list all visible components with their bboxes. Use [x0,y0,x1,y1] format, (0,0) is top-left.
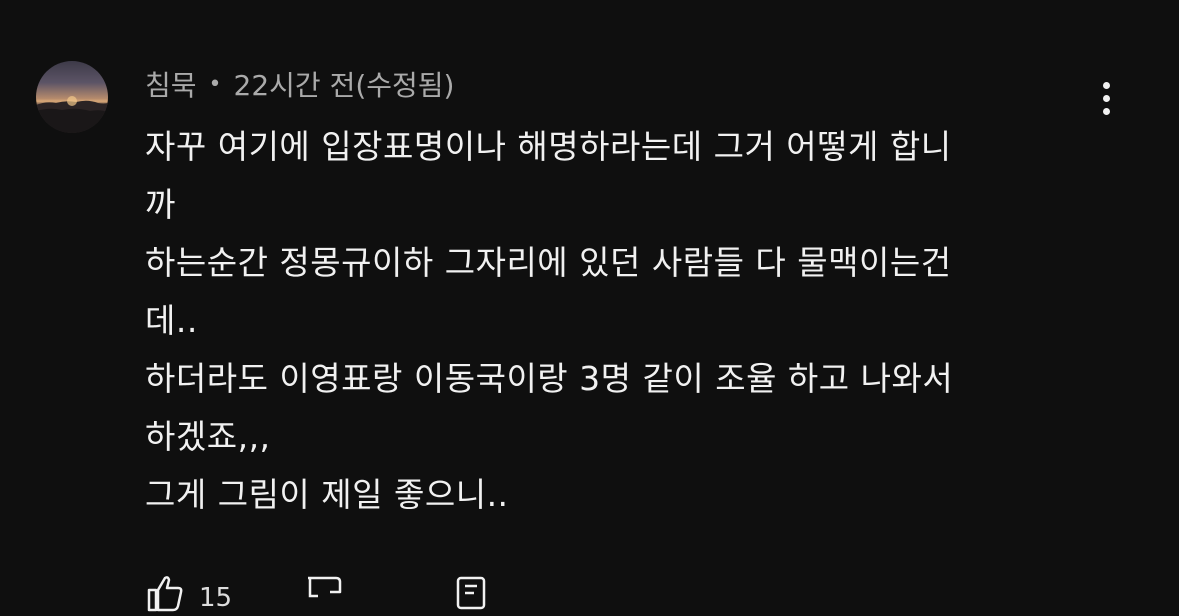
like-button[interactable]: 15 [145,572,232,616]
comment-text: 자꾸 여기에 입장표명이나 해명하라는데 그거 어떻게 합니 까 하는순간 정몽… [145,118,1095,524]
separator-dot: • [208,71,222,97]
comment-actions: 15 [145,572,494,613]
thumb-up-icon [145,572,185,616]
thumb-down-icon[interactable] [304,572,344,616]
more-vert-icon [1102,81,1110,89]
comment-thread: 침묵 • 22시간 전(수정됨) 자꾸 여기에 입장표명이나 해명하라는데 그거… [0,0,1179,613]
author-name[interactable]: 침묵 [145,64,197,104]
reply-icon[interactable] [454,572,494,616]
like-count: 15 [199,583,233,613]
comment-line: 데.. [145,301,198,340]
comment-header: 침묵 • 22시간 전(수정됨) [145,64,454,104]
comment-line: 하는순간 정몽규이하 그자리에 있던 사람들 다 물맥이는건 [145,243,952,282]
avatar[interactable] [36,61,108,133]
more-actions-button[interactable] [1088,76,1124,120]
comment-line: 그게 그림이 제일 좋으니.. [145,475,509,514]
comment-line: 하더라도 이영표랑 이동국이랑 3명 같이 조율 하고 나와서 [145,359,954,398]
comment-line: 자꾸 여기에 입장표명이나 해명하라는데 그거 어떻게 합니 [145,127,952,166]
more-vert-icon-dot [1102,107,1110,115]
more-vert-icon-dot [1102,94,1110,102]
comment-line: 하겠죠,,, [145,417,271,456]
sunset-mountain-avatar-icon [36,96,108,133]
comment-timestamp[interactable]: 22시간 전(수정됨) [234,64,455,104]
comment-line: 까 [145,185,176,224]
